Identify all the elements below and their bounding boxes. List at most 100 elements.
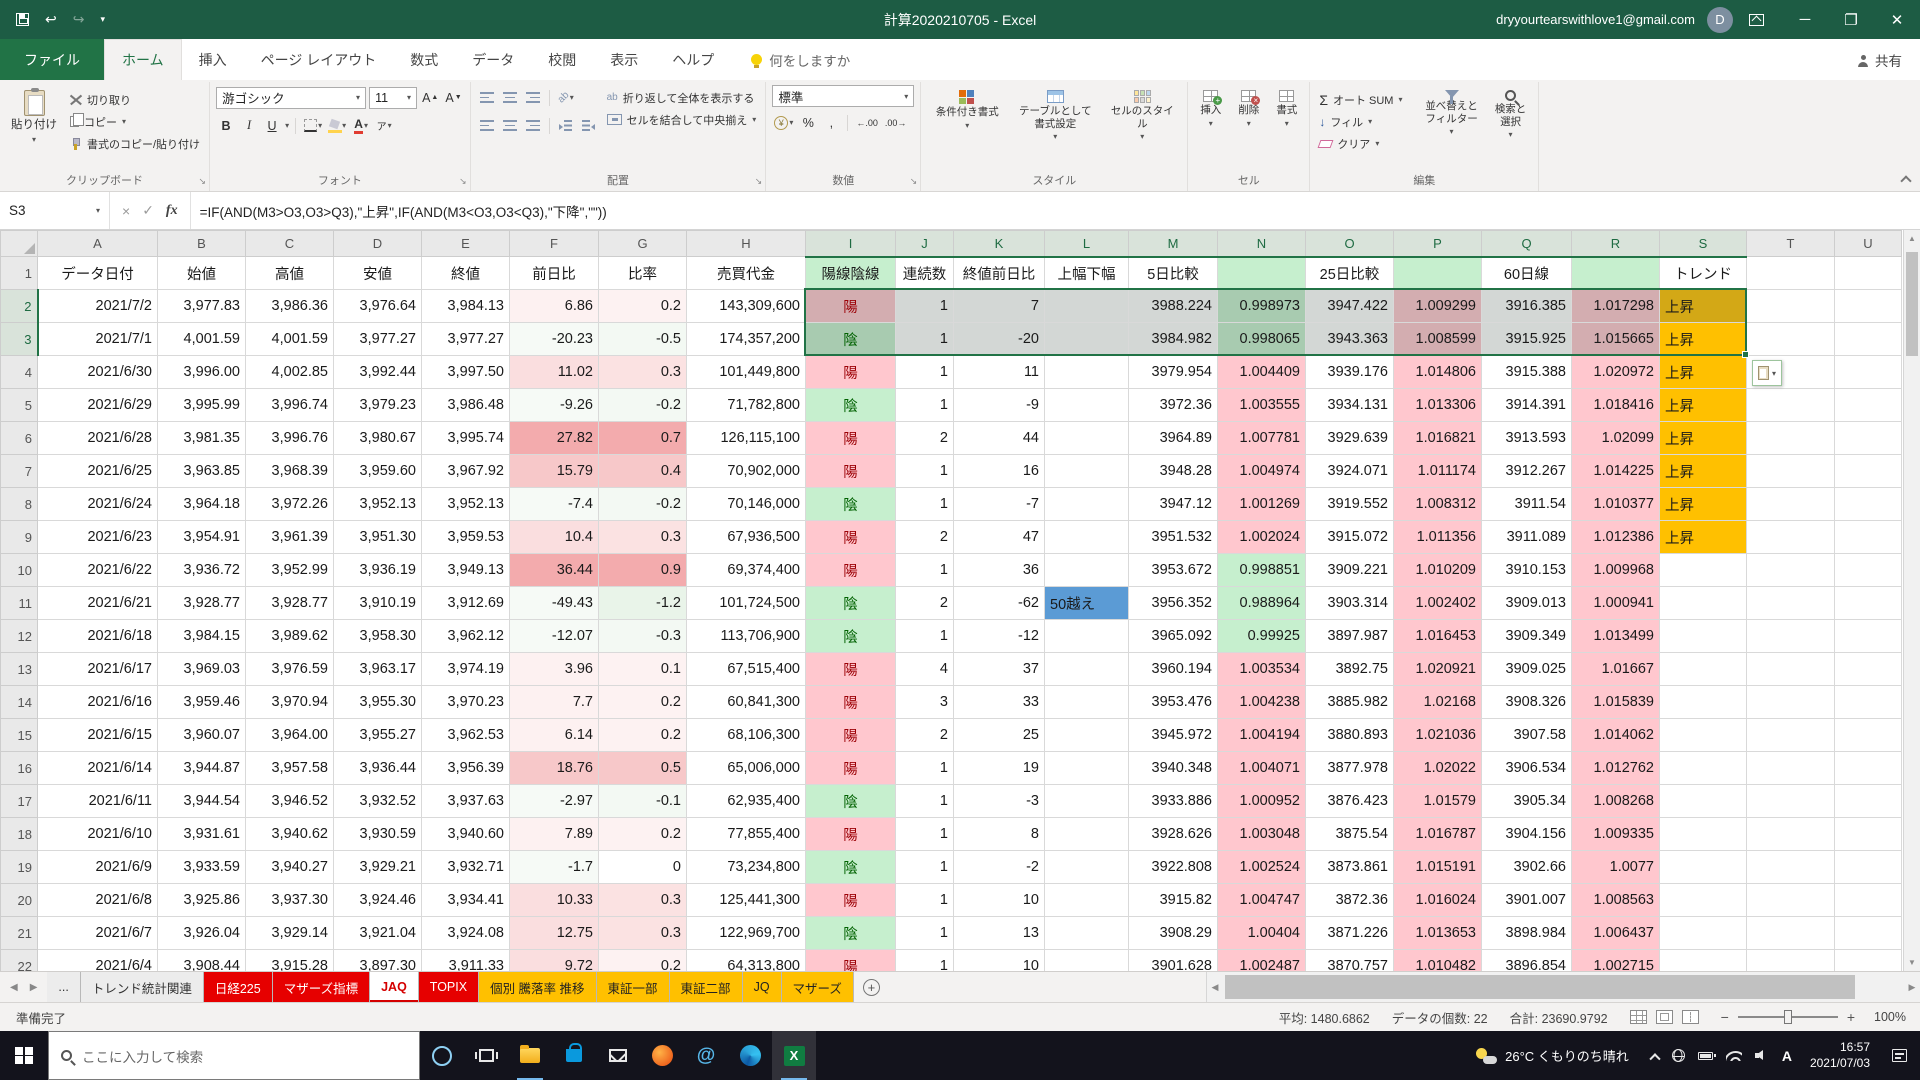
- cell-B14[interactable]: 3,959.46: [158, 686, 246, 719]
- cell-Q1[interactable]: 60日線: [1482, 257, 1572, 290]
- cell-C6[interactable]: 3,996.76: [246, 422, 334, 455]
- cell-K16[interactable]: 19: [954, 752, 1045, 785]
- cell-L15[interactable]: [1045, 719, 1129, 752]
- cell-N17[interactable]: 1.000952: [1218, 785, 1306, 818]
- cell-S21[interactable]: [1660, 917, 1747, 950]
- page-break-view-button[interactable]: [1682, 1010, 1699, 1024]
- cell-S14[interactable]: [1660, 686, 1747, 719]
- cell-N8[interactable]: 1.001269: [1218, 488, 1306, 521]
- cell-L3[interactable]: [1045, 323, 1129, 356]
- cell-C14[interactable]: 3,970.94: [246, 686, 334, 719]
- cell-I5[interactable]: 陰: [806, 389, 896, 422]
- cell-G17[interactable]: -0.1: [599, 785, 687, 818]
- cell-K8[interactable]: -7: [954, 488, 1045, 521]
- cell-J8[interactable]: 1: [896, 488, 954, 521]
- cell-T20[interactable]: [1747, 884, 1835, 917]
- cell-M21[interactable]: 3908.29: [1129, 917, 1218, 950]
- cell-F20[interactable]: 10.33: [510, 884, 599, 917]
- cell-O16[interactable]: 3877.978: [1306, 752, 1394, 785]
- cell-H3[interactable]: 174,357,200: [687, 323, 806, 356]
- cell-A13[interactable]: 2021/6/17: [38, 653, 158, 686]
- cell-E6[interactable]: 3,995.74: [422, 422, 510, 455]
- cell-E8[interactable]: 3,952.13: [422, 488, 510, 521]
- cell-N6[interactable]: 1.007781: [1218, 422, 1306, 455]
- cell-F15[interactable]: 6.14: [510, 719, 599, 752]
- sort-filter-button[interactable]: 並べ替えとフィルター ▾: [1419, 85, 1484, 137]
- cell-L12[interactable]: [1045, 620, 1129, 653]
- row-header-20[interactable]: 20: [1, 884, 38, 917]
- cell-H9[interactable]: 67,936,500: [687, 521, 806, 554]
- cell-F3[interactable]: -20.23: [510, 323, 599, 356]
- taskbar-icon-excel[interactable]: X: [772, 1031, 816, 1080]
- row-header-3[interactable]: 3: [1, 323, 38, 356]
- cell-J18[interactable]: 1: [896, 818, 954, 851]
- cell-O6[interactable]: 3929.639: [1306, 422, 1394, 455]
- cell-D14[interactable]: 3,955.30: [334, 686, 422, 719]
- cell-I10[interactable]: 陽: [806, 554, 896, 587]
- cell-H8[interactable]: 70,146,000: [687, 488, 806, 521]
- cell-O21[interactable]: 3871.226: [1306, 917, 1394, 950]
- cell-H18[interactable]: 77,855,400: [687, 818, 806, 851]
- font-size-select[interactable]: 11▾: [369, 87, 417, 109]
- taskbar-icon-cortana[interactable]: [420, 1031, 464, 1080]
- cell-M13[interactable]: 3960.194: [1129, 653, 1218, 686]
- cell-N13[interactable]: 1.003534: [1218, 653, 1306, 686]
- cell-D10[interactable]: 3,936.19: [334, 554, 422, 587]
- cell-K4[interactable]: 11: [954, 356, 1045, 389]
- cell-A14[interactable]: 2021/6/16: [38, 686, 158, 719]
- wifi-icon[interactable]: [1726, 1050, 1742, 1061]
- cell-J14[interactable]: 3: [896, 686, 954, 719]
- cell-U18[interactable]: [1835, 818, 1902, 851]
- cell-G2[interactable]: 0.2: [599, 290, 687, 323]
- redo-button[interactable]: ↪: [73, 11, 85, 28]
- cell-Q18[interactable]: 3904.156: [1482, 818, 1572, 851]
- sheet-tab-日経225[interactable]: 日経225: [204, 972, 273, 1002]
- cell-P19[interactable]: 1.015191: [1394, 851, 1482, 884]
- cell-N3[interactable]: 0.998065: [1218, 323, 1306, 356]
- cell-T9[interactable]: [1747, 521, 1835, 554]
- tab-home[interactable]: ホーム: [104, 39, 182, 80]
- increase-indent-button[interactable]: [579, 116, 599, 136]
- cell-C11[interactable]: 3,928.77: [246, 587, 334, 620]
- cell-G22[interactable]: 0.2: [599, 950, 687, 972]
- cell-Q22[interactable]: 3896.854: [1482, 950, 1572, 972]
- cell-K12[interactable]: -12: [954, 620, 1045, 653]
- cell-P10[interactable]: 1.010209: [1394, 554, 1482, 587]
- cell-R20[interactable]: 1.008563: [1572, 884, 1660, 917]
- tab-file[interactable]: ファイル: [0, 39, 104, 80]
- cell-J22[interactable]: 1: [896, 950, 954, 972]
- taskbar-icon-edge[interactable]: [728, 1031, 772, 1080]
- cell-D4[interactable]: 3,992.44: [334, 356, 422, 389]
- cell-L13[interactable]: [1045, 653, 1129, 686]
- network-globe-icon[interactable]: [1672, 1049, 1685, 1062]
- cell-F18[interactable]: 7.89: [510, 818, 599, 851]
- ime-indicator[interactable]: A: [1782, 1048, 1792, 1064]
- cell-R10[interactable]: 1.009968: [1572, 554, 1660, 587]
- cell-R17[interactable]: 1.008268: [1572, 785, 1660, 818]
- cell-O9[interactable]: 3915.072: [1306, 521, 1394, 554]
- cell-S10[interactable]: [1660, 554, 1747, 587]
- cell-H11[interactable]: 101,724,500: [687, 587, 806, 620]
- column-header-H[interactable]: H: [687, 231, 806, 257]
- tab-help[interactable]: ヘルプ: [655, 39, 731, 80]
- cell-R14[interactable]: 1.015839: [1572, 686, 1660, 719]
- cell-T3[interactable]: [1747, 323, 1835, 356]
- cell-O15[interactable]: 3880.893: [1306, 719, 1394, 752]
- cell-S11[interactable]: [1660, 587, 1747, 620]
- cell-U12[interactable]: [1835, 620, 1902, 653]
- row-header-2[interactable]: 2: [1, 290, 38, 323]
- cell-P13[interactable]: 1.020921: [1394, 653, 1482, 686]
- row-header-6[interactable]: 6: [1, 422, 38, 455]
- cell-C15[interactable]: 3,964.00: [246, 719, 334, 752]
- cell-E10[interactable]: 3,949.13: [422, 554, 510, 587]
- row-header-4[interactable]: 4: [1, 356, 38, 389]
- cell-R5[interactable]: 1.018416: [1572, 389, 1660, 422]
- cell-U13[interactable]: [1835, 653, 1902, 686]
- cell-Q7[interactable]: 3912.267: [1482, 455, 1572, 488]
- cell-K18[interactable]: 8: [954, 818, 1045, 851]
- row-header-1[interactable]: 1: [1, 257, 38, 290]
- cell-J4[interactable]: 1: [896, 356, 954, 389]
- cell-A3[interactable]: 2021/7/1: [38, 323, 158, 356]
- cell-T11[interactable]: [1747, 587, 1835, 620]
- cell-I21[interactable]: 陰: [806, 917, 896, 950]
